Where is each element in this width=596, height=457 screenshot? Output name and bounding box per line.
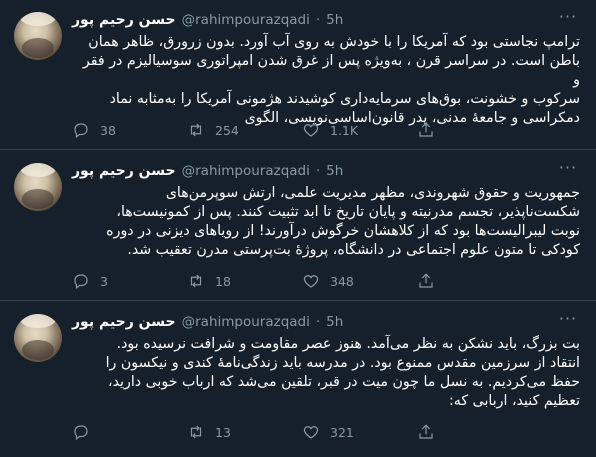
share-button[interactable]	[417, 422, 447, 442]
tweet-actions: 38 254 1.1K	[72, 120, 536, 140]
more-icon[interactable]: ···	[558, 160, 578, 181]
retweet-button[interactable]: 13	[187, 422, 302, 442]
timestamp[interactable]: 5h	[326, 12, 343, 28]
reply-icon	[74, 425, 88, 440]
like-button[interactable]: 348	[302, 271, 417, 291]
avatar[interactable]	[14, 12, 62, 60]
tweet-text: ترامپ نجاستی بود که آمریکا را با خودش به…	[82, 34, 580, 126]
author-name[interactable]: حسن رحیم پور	[72, 163, 176, 179]
like-icon	[303, 426, 319, 439]
like-icon	[303, 275, 319, 288]
tweet-text: بت بزرگ، باید نشکن به نظر می‌آمد. هنوز ع…	[105, 336, 580, 409]
share-icon	[419, 273, 433, 288]
reply-button[interactable]: 38	[72, 120, 187, 140]
separator-dot: ·	[315, 314, 321, 330]
share-button[interactable]	[417, 120, 447, 140]
like-count: 348	[330, 273, 354, 289]
tweet-text: جمهوریت و حقوق شهروندی، مظهر مدیریت علمی…	[106, 185, 580, 258]
tweet-header: حسن رحیم پور @rahimpourazqadi · 5h ···	[72, 160, 582, 181]
separator-dot: ·	[315, 163, 321, 179]
like-button[interactable]: 1.1K	[302, 120, 417, 140]
like-count: 1.1K	[330, 122, 359, 138]
retweet-count: 18	[215, 273, 231, 289]
timestamp[interactable]: 5h	[326, 314, 343, 330]
retweet-count: 254	[215, 122, 239, 138]
retweet-icon	[190, 274, 202, 288]
retweet-button[interactable]: 18	[187, 271, 302, 291]
tweet[interactable]: حسن رحیم پور @rahimpourazqadi · 5h ··· ج…	[0, 151, 596, 301]
like-button[interactable]: 321	[302, 422, 417, 442]
reply-count: 3	[100, 273, 108, 289]
retweet-icon	[190, 123, 202, 137]
tweet[interactable]: حسن رحیم پور @rahimpourazqadi · 5h ··· ب…	[0, 302, 596, 457]
share-icon	[419, 122, 433, 137]
retweet-button[interactable]: 254	[187, 120, 302, 140]
reply-button[interactable]	[72, 422, 187, 442]
retweet-icon	[190, 425, 202, 439]
avatar[interactable]	[14, 163, 62, 211]
author-handle[interactable]: @rahimpourazqadi	[182, 12, 310, 28]
reply-count: 38	[100, 122, 116, 138]
more-icon[interactable]: ···	[558, 9, 578, 30]
author-handle[interactable]: @rahimpourazqadi	[182, 314, 310, 330]
tweet[interactable]: حسن رحیم پور @rahimpourazqadi · 5h ··· ت…	[0, 0, 596, 150]
reply-icon	[74, 274, 88, 289]
avatar[interactable]	[14, 314, 62, 362]
timestamp[interactable]: 5h	[326, 163, 343, 179]
author-handle[interactable]: @rahimpourazqadi	[182, 163, 310, 179]
reply-icon	[74, 123, 88, 138]
like-icon	[303, 124, 319, 137]
reply-button[interactable]: 3	[72, 271, 187, 291]
separator-dot: ·	[315, 12, 321, 28]
share-icon	[419, 424, 433, 439]
author-name[interactable]: حسن رحیم پور	[72, 12, 176, 28]
author-name[interactable]: حسن رحیم پور	[72, 314, 176, 330]
share-button[interactable]	[417, 271, 447, 291]
timeline: حسن رحیم پور @rahimpourazqadi · 5h ··· ت…	[0, 0, 596, 457]
tweet-header: حسن رحیم پور @rahimpourazqadi · 5h ···	[72, 311, 582, 332]
retweet-count: 13	[215, 424, 231, 440]
like-count: 321	[330, 424, 354, 440]
tweet-actions: 13 321	[72, 422, 536, 442]
more-icon[interactable]: ···	[558, 311, 578, 332]
tweet-header: حسن رحیم پور @rahimpourazqadi · 5h ···	[72, 9, 582, 30]
tweet-actions: 3 18 348	[72, 271, 536, 291]
